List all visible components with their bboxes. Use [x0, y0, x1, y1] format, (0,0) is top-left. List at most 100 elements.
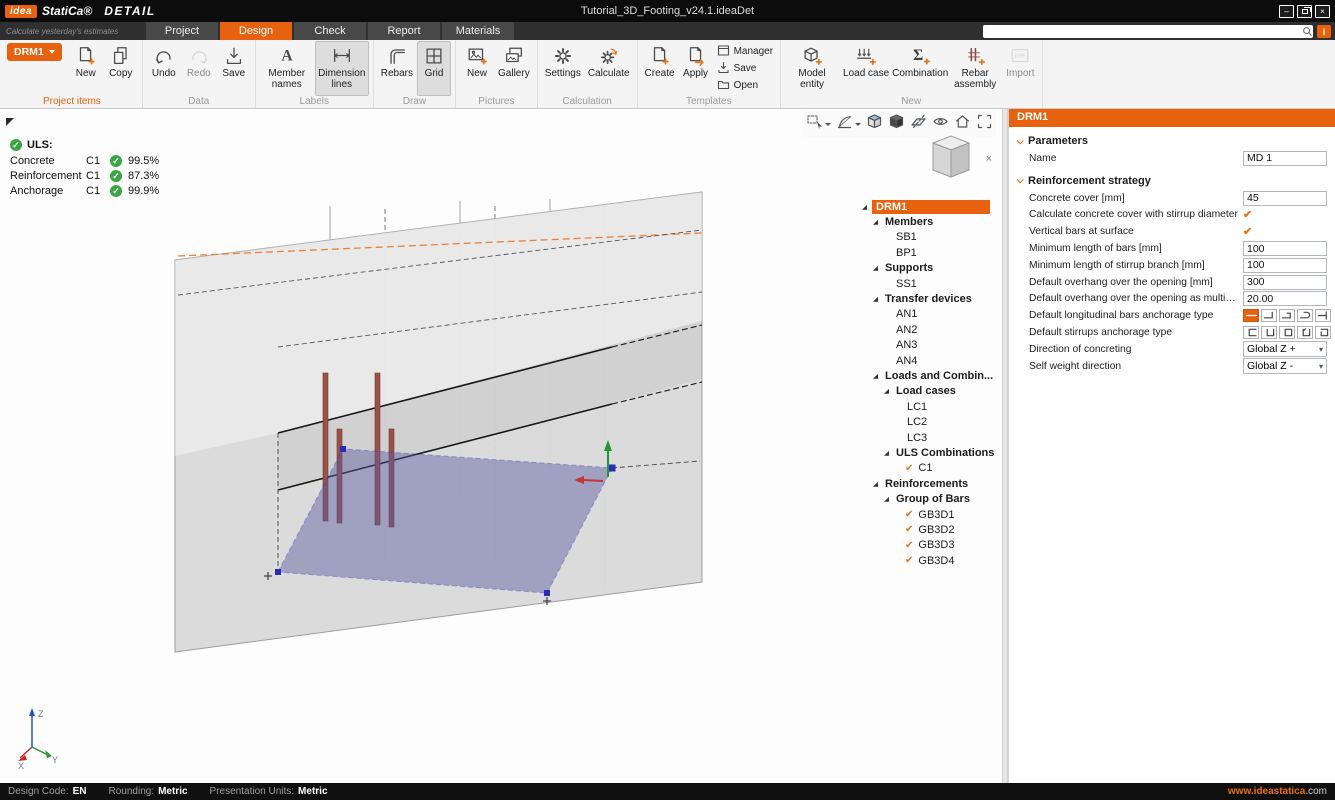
ribbon-new-button[interactable]: New [69, 41, 103, 96]
tree-item-an4[interactable]: AN4 [862, 353, 990, 368]
ribbon-settings-button[interactable]: Settings [542, 41, 584, 96]
ribbon-gallery-button[interactable]: Gallery [495, 41, 533, 96]
tree-item-an3[interactable]: AN3 [862, 338, 990, 353]
tree-item-load-cases[interactable]: ◢Load cases [862, 384, 990, 399]
default-overhang-over-the-opening-as-multiple-diameter-input[interactable] [1243, 291, 1327, 306]
tree-item-loads-and-combin[interactable]: ◢Loads and Combin... [862, 368, 990, 383]
section-header-parameters[interactable]: Parameters [1009, 127, 1335, 150]
tree-item-group-of-bars[interactable]: ◢Group of Bars [862, 491, 990, 506]
tab-report[interactable]: Report [368, 22, 440, 40]
minimize-button[interactable]: – [1279, 5, 1294, 18]
loop-option-button[interactable] [1297, 309, 1313, 322]
expander-icon[interactable]: ◢ [884, 495, 894, 503]
ribbon-manager-button[interactable]: Manager [714, 44, 776, 59]
expander-icon[interactable]: ◢ [884, 387, 894, 395]
ribbon-new-button[interactable]: New [460, 41, 494, 96]
ribbon-grid-button[interactable]: Grid [417, 41, 451, 96]
viewport-measure-button[interactable] [835, 112, 862, 136]
checkbox-checked-icon[interactable]: ✔ [905, 463, 913, 474]
ribbon-model-entity-button[interactable]: Model entity [785, 41, 839, 96]
checkbox-checked-icon[interactable]: ✔ [1243, 208, 1252, 221]
website-link[interactable]: www.ideastatica.com [1228, 786, 1327, 797]
stir-closed-option-button[interactable] [1279, 326, 1295, 339]
checkbox-checked-icon[interactable]: ✔ [905, 524, 913, 535]
ribbon-save-button[interactable]: Save [714, 61, 776, 76]
minimum-length-of-bars-mm-input[interactable] [1243, 241, 1327, 256]
stir-hook-option-button[interactable] [1297, 326, 1313, 339]
tab-check[interactable]: Check [294, 22, 366, 40]
tree-item-supports[interactable]: ◢Supports [862, 261, 990, 276]
expander-icon[interactable]: ◢ [873, 264, 883, 272]
hook-up-return-option-button[interactable] [1279, 309, 1295, 322]
tree-item-members[interactable]: ◢Members [862, 214, 990, 229]
plate-option-button[interactable] [1315, 309, 1331, 322]
checkbox-checked-icon[interactable]: ✔ [905, 509, 913, 520]
ribbon-create-button[interactable]: Create [642, 41, 678, 96]
tree-item-lc1[interactable]: LC1 [862, 399, 990, 414]
tree-item-lc2[interactable]: LC2 [862, 414, 990, 429]
minimum-length-of-stirrup-branch-mm-input[interactable] [1243, 258, 1327, 273]
ribbon-undo-button[interactable]: Undo [147, 41, 181, 96]
direction-of-concreting-select[interactable]: Global Z +▾ [1243, 341, 1327, 357]
chevron-down-icon[interactable] [825, 123, 831, 126]
expander-icon[interactable]: ◢ [873, 480, 883, 488]
checkbox-checked-icon[interactable]: ✔ [905, 555, 913, 566]
straight-option-button[interactable] [1243, 309, 1259, 322]
default-overhang-over-the-opening-mm-input[interactable] [1243, 275, 1327, 290]
tree-item-ss1[interactable]: SS1 [862, 276, 990, 291]
name-input[interactable] [1243, 151, 1327, 166]
nav-cube-close-icon[interactable]: × [986, 153, 992, 165]
tree-item-an1[interactable]: AN1 [862, 307, 990, 322]
stir-open-option-button[interactable] [1243, 326, 1259, 339]
3d-viewport[interactable]: Z X Y ✓ULS:ConcreteC1✓99.5%Reinforcement… [0, 109, 1002, 783]
restore-button[interactable] [1297, 5, 1312, 18]
ribbon-member-names-button[interactable]: AMember names [260, 41, 314, 96]
concrete-cover-mm-input[interactable] [1243, 191, 1327, 206]
tab-materials[interactable]: Materials [442, 22, 514, 40]
self-weight-direction-select[interactable]: Global Z -▾ [1243, 358, 1327, 374]
viewport-view-dark-button[interactable] [887, 112, 906, 136]
tree-item-gb3d2[interactable]: ✔GB3D2 [862, 522, 990, 537]
expander-icon[interactable]: ◢ [873, 218, 883, 226]
tree-item-sb1[interactable]: SB1 [862, 230, 990, 245]
tree-item-an2[interactable]: AN2 [862, 322, 990, 337]
tree-item-uls-combinations[interactable]: ◢ULS Combinations [862, 445, 990, 460]
tab-project[interactable]: Project [146, 22, 218, 40]
expander-icon[interactable]: ◢ [884, 449, 894, 457]
tree-item-c1[interactable]: ✔C1 [862, 461, 990, 476]
overlay-expander-icon[interactable] [6, 118, 14, 126]
expander-icon[interactable]: ◢ [862, 203, 872, 211]
project-item-selector[interactable]: DRM1 [7, 43, 62, 61]
section-header-reinforcement-strategy[interactable]: Reinforcement strategy [1009, 167, 1335, 190]
ribbon-rebars-button[interactable]: Rebars [378, 41, 416, 96]
ribbon-copy-button[interactable]: Copy [104, 41, 138, 96]
expander-icon[interactable]: ◢ [873, 372, 883, 380]
search-icon[interactable] [1302, 26, 1313, 37]
chevron-down-icon[interactable] [855, 123, 861, 126]
tree-item-gb3d1[interactable]: ✔GB3D1 [862, 507, 990, 522]
tree-item-gb3d3[interactable]: ✔GB3D3 [862, 538, 990, 553]
ribbon-apply-button[interactable]: Apply [679, 41, 713, 96]
tree-item-drm1[interactable]: ◢DRM1 [862, 199, 990, 214]
navigation-cube[interactable]: × [919, 133, 992, 185]
tree-item-lc3[interactable]: LC3 [862, 430, 990, 445]
stir-lap-option-button[interactable] [1315, 326, 1331, 339]
checkbox-checked-icon[interactable]: ✔ [905, 540, 913, 551]
checkbox-checked-icon[interactable]: ✔ [1243, 225, 1252, 238]
ribbon-save-button[interactable]: Save [217, 41, 251, 96]
tree-item-transfer-devices[interactable]: ◢Transfer devices [862, 291, 990, 306]
stir-u-option-button[interactable] [1261, 326, 1277, 339]
tab-design[interactable]: Design [220, 22, 292, 40]
tree-item-bp1[interactable]: BP1 [862, 245, 990, 260]
ribbon-dimension-lines-button[interactable]: Dimension lines [315, 41, 369, 96]
viewport-select-button[interactable] [805, 112, 832, 136]
help-button[interactable]: i [1317, 25, 1331, 38]
ribbon-calculate-button[interactable]: Calculate [585, 41, 633, 96]
ribbon-combination-button[interactable]: ΣCombination [893, 41, 947, 96]
viewport-view-solid-button[interactable] [865, 112, 884, 136]
expander-icon[interactable]: ◢ [873, 295, 883, 303]
ribbon-rebar-assembly-button[interactable]: Rebar assembly [948, 41, 1002, 96]
hook-up-option-button[interactable] [1261, 309, 1277, 322]
close-button[interactable]: × [1315, 5, 1330, 18]
tree-item-gb3d4[interactable]: ✔GB3D4 [862, 553, 990, 568]
